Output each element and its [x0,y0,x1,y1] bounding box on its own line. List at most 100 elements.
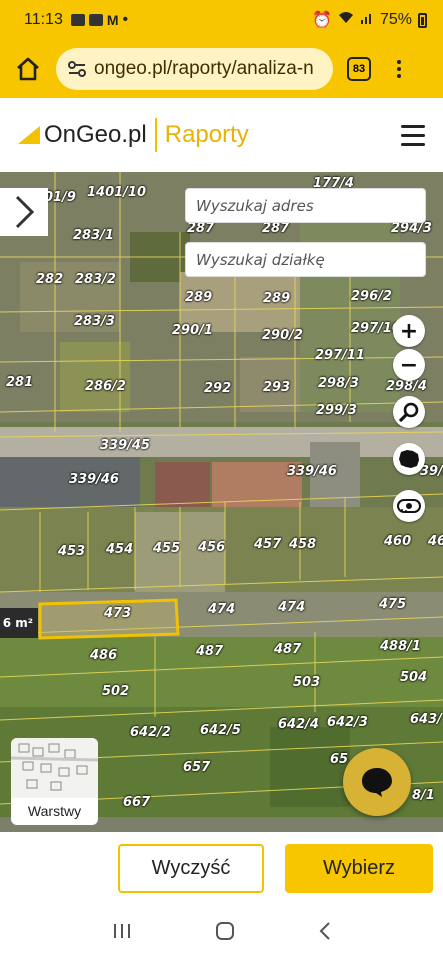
parcel-label[interactable]: 298/4 [386,379,427,394]
parcel-label[interactable]: 287 [187,221,214,236]
map-view[interactable]: 01/9 1401/10 177/4 283/1 287 287 294/3 2… [0,172,443,832]
parcel-label[interactable]: 1401/10 [87,185,146,200]
system-navigation-bar [0,906,443,960]
parcel-label[interactable]: 46 [428,534,443,549]
tab-switcher-button[interactable]: 83 [347,57,371,81]
parcel-label[interactable]: 296/2 [351,289,392,304]
parcel-label[interactable]: 487 [196,644,223,659]
clear-button[interactable]: Wyczyść [118,844,264,893]
expand-panel-button[interactable] [0,188,48,236]
parcel-label[interactable]: 642/2 [130,725,171,740]
menu-line [401,133,425,137]
parcel-label[interactable]: 456 [198,540,225,555]
parcel-label[interactable]: 642/5 [200,723,241,738]
zoom-out-button[interactable]: − [393,349,425,381]
parcel-label[interactable]: 290/2 [262,328,303,343]
alarm-icon: ⏰ [312,12,332,29]
parcel-label[interactable]: 287 [262,221,289,236]
dot-icon [397,60,401,64]
parcel-label[interactable]: 292 [204,381,231,396]
back-button[interactable] [318,921,332,945]
parcel-label[interactable]: 488/1 [380,639,421,654]
parcel-label[interactable]: 454 [106,542,133,557]
parcel-label[interactable]: 290/1 [172,323,213,338]
parcel-label[interactable]: 339/46 [69,472,119,487]
parcel-label[interactable]: 289 [185,290,212,305]
notification-icon [88,14,103,26]
menu-line [401,124,425,128]
parcel-label[interactable]: 294/3 [391,221,432,236]
home-button[interactable] [10,51,46,87]
address-bar[interactable]: ongeo.pl/raporty/analiza-n [56,48,333,90]
parcel-label[interactable]: 503 [293,675,320,690]
dot-icon [397,74,401,78]
status-bar: 11:13 M • ⏰ 75% [0,0,443,40]
magnifier-icon [398,402,419,423]
recent-apps-button[interactable] [112,922,132,944]
parcel-label[interactable]: 339/45 [100,438,150,453]
parcel-label[interactable]: 283/2 [75,272,116,287]
parcel-label[interactable]: 460 [384,534,411,549]
site-settings-icon[interactable] [68,61,86,77]
search-address-input[interactable]: Wyszukaj adres [185,188,426,223]
parcel-label[interactable]: 453 [58,544,85,559]
parcel-label[interactable]: 642/3 [327,715,368,730]
status-right: ⏰ 75% [312,10,427,30]
notification-icon [70,14,85,26]
parcel-label[interactable]: 282 [36,272,63,287]
search-map-button[interactable] [393,396,425,428]
dot-icon [397,67,401,71]
parcel-label[interactable]: 487 [274,642,301,657]
tape-measure-icon [397,499,421,513]
home-system-button[interactable] [215,921,235,945]
search-parcel-input[interactable]: Wyszukaj działkę [185,242,426,277]
parcel-label[interactable]: 667 [123,795,150,810]
zoom-in-button[interactable]: + [393,315,425,347]
parcel-label[interactable]: 286/2 [85,379,126,394]
parcel-label[interactable]: 486 [90,648,117,663]
chat-button[interactable] [343,748,411,816]
parcel-label[interactable]: 504 [400,670,427,685]
signal-icon [360,11,374,29]
parcel-label[interactable]: 289 [263,291,290,306]
battery-percent: 75% [379,11,412,28]
parcel-label[interactable]: 474 [278,600,305,615]
parcel-label[interactable]: 339/46 [287,464,337,479]
section-name: Raporty [164,121,249,148]
parcel-label[interactable]: 297/11 [315,348,365,363]
screen: 11:13 M • ⏰ 75% ongeo.pl/raporty/analiza… [0,0,443,960]
parcel-label[interactable]: 657 [183,760,210,775]
measure-button[interactable] [393,490,425,522]
back-chevron-icon [319,922,330,940]
browser-menu-button[interactable] [397,60,401,78]
parcel-label[interactable]: 502 [102,684,129,699]
parcel-label[interactable]: 65 [330,752,348,767]
parcel-label[interactable]: 298/3 [318,376,359,391]
parcel-label[interactable]: 473 [104,606,131,621]
layers-button[interactable]: Warstwy [11,738,98,825]
parcel-label[interactable]: 293 [263,380,290,395]
parcel-label[interactable]: 283/1 [73,228,114,243]
battery-icon [418,12,427,28]
logo[interactable]: OnGeo.pl Raporty [18,118,249,152]
parcel-label[interactable]: 283/3 [74,314,115,329]
poland-view-button[interactable] [393,443,425,475]
parcel-label[interactable]: 643/ [410,712,442,727]
parcel-label[interactable]: 474 [208,602,235,617]
parcel-label[interactable]: 457 [254,537,281,552]
brand-name: OnGeo.pl [44,121,147,148]
parcel-label[interactable]: 39/2 [420,464,443,479]
parcel-label[interactable]: 458 [289,537,316,552]
status-time: 11:13 [24,11,63,28]
parcel-label[interactable]: 642/4 [278,717,319,732]
select-button[interactable]: Wybierz [285,844,433,893]
parcel-label[interactable]: 281 [6,375,33,390]
parcel-label[interactable]: 475 [379,597,406,612]
wifi-icon [338,11,354,29]
parcel-label[interactable]: 455 [153,541,180,556]
parcel-label[interactable]: 8/1 [412,788,435,803]
parcel-label[interactable]: 299/3 [316,403,357,418]
home-icon [17,57,39,81]
hamburger-menu-button[interactable] [401,124,425,146]
parcel-label[interactable]: 01/9 [44,190,76,205]
